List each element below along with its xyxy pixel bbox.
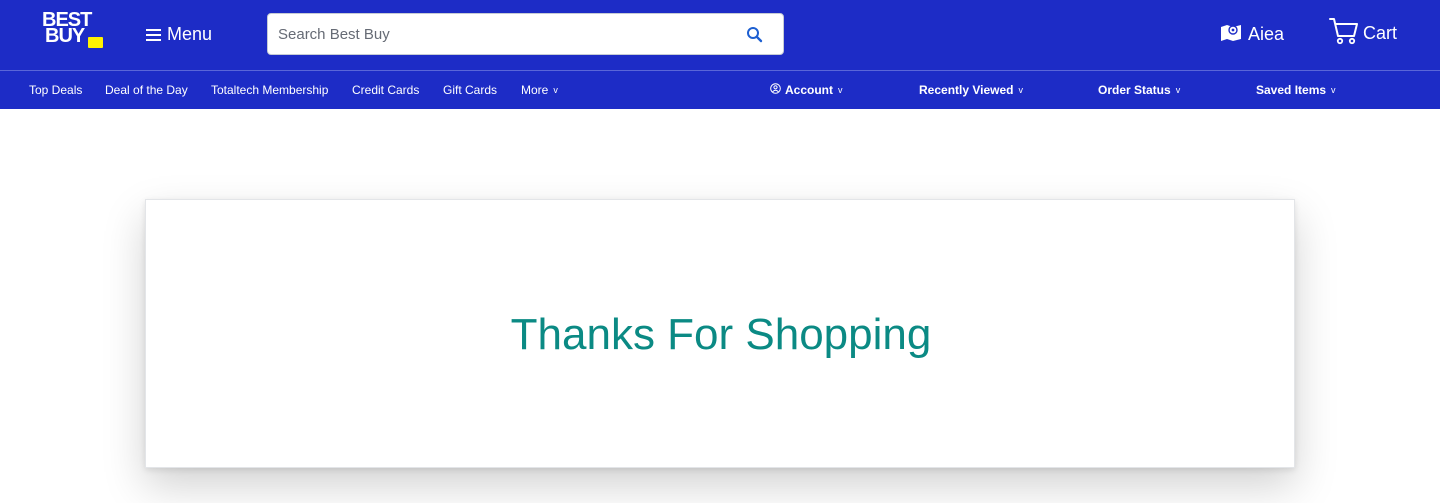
- search-input[interactable]: [268, 14, 728, 54]
- nav-label: Recently Viewed: [919, 83, 1014, 97]
- nav-label: Credit Cards: [352, 83, 420, 97]
- nav-gift-cards[interactable]: Gift Cards: [443, 82, 497, 98]
- nav-more[interactable]: More v: [521, 82, 558, 98]
- chevron-down-icon: v: [1018, 85, 1024, 95]
- nav-label: More: [521, 83, 549, 97]
- account-circle-icon: [770, 83, 781, 97]
- search-icon[interactable]: [746, 26, 764, 44]
- cart-button[interactable]: Cart: [1329, 17, 1398, 50]
- nav-totaltech-membership[interactable]: Totaltech Membership: [211, 82, 328, 98]
- logo-tag-icon: [88, 37, 103, 48]
- nav-saved-items[interactable]: Saved Items v: [1256, 82, 1336, 98]
- chevron-down-icon: v: [553, 85, 558, 95]
- store-label: Aiea: [1248, 23, 1285, 44]
- map-pin-icon: [1220, 22, 1242, 47]
- store-locator-button[interactable]: Aiea: [1220, 22, 1284, 46]
- confirmation-card: Thanks For Shopping: [145, 199, 1295, 468]
- logo-text-line2: BUY: [45, 25, 85, 47]
- nav-label: Top Deals: [29, 83, 83, 97]
- nav-label: Deal of the Day: [105, 83, 188, 97]
- cart-label: Cart: [1363, 22, 1398, 43]
- nav-label: Totaltech Membership: [211, 83, 329, 97]
- menu-label: Menu: [167, 23, 213, 44]
- nav-label: Order Status: [1098, 83, 1171, 97]
- nav-label: Gift Cards: [443, 83, 498, 97]
- chevron-down-icon: v: [1331, 85, 1336, 95]
- nav-deal-of-the-day[interactable]: Deal of the Day: [105, 82, 188, 98]
- nav-top-deals[interactable]: Top Deals: [29, 82, 82, 98]
- menu-button[interactable]: Menu: [146, 22, 212, 46]
- chevron-down-icon: v: [838, 85, 843, 95]
- nav-order-status[interactable]: Order Status v: [1098, 82, 1180, 98]
- nav-credit-cards[interactable]: Credit Cards: [352, 82, 419, 98]
- nav-label: Account: [785, 83, 833, 97]
- chevron-down-icon: v: [1175, 85, 1181, 95]
- nav-account[interactable]: Account v: [770, 82, 843, 98]
- search-box: [267, 13, 784, 55]
- hamburger-icon: [146, 28, 161, 41]
- nav-recently-viewed[interactable]: Recently Viewed v: [919, 82, 1023, 98]
- cart-icon: [1329, 17, 1359, 50]
- bestbuy-logo[interactable]: BEST BUY: [41, 10, 105, 51]
- nav-label: Saved Items: [1256, 83, 1327, 97]
- thanks-message: Thanks For Shopping: [510, 310, 932, 359]
